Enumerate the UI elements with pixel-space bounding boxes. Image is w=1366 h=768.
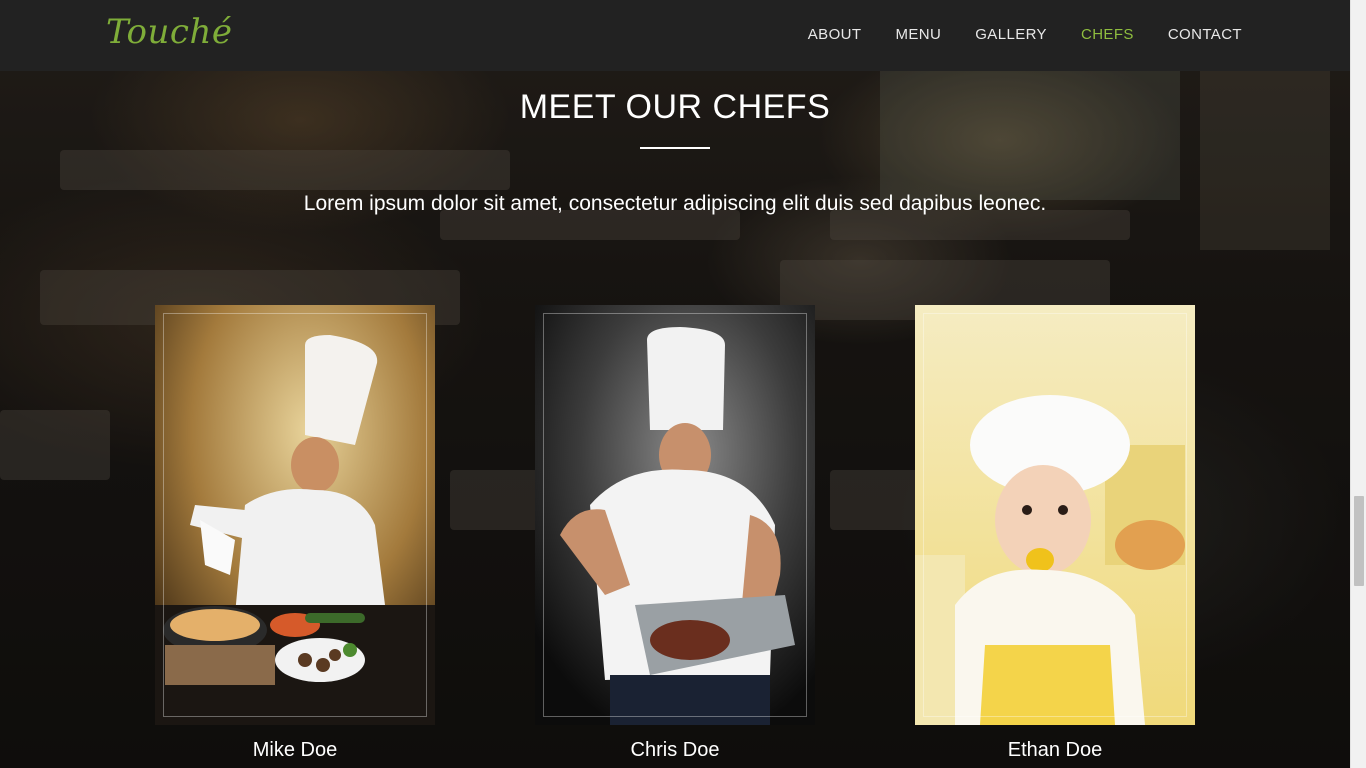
section-title: MEET OUR CHEFS bbox=[519, 88, 831, 126]
page: Touché ABOUT MENU GALLERY CHEFS CONTACT … bbox=[0, 0, 1366, 768]
chef-photo bbox=[155, 305, 435, 725]
logo[interactable]: Touché bbox=[106, 12, 232, 52]
page-scrollbar[interactable] bbox=[1350, 0, 1366, 768]
title-divider bbox=[640, 147, 710, 149]
chef-name: Mike Doe bbox=[252, 739, 338, 761]
chef-with-noodle-dish-image bbox=[155, 305, 435, 725]
nav-contact-link[interactable]: CONTACT bbox=[1168, 26, 1242, 43]
chef-with-roast-pan-image bbox=[535, 305, 815, 725]
section-lead-text: Lorem ipsum dolor sit amet, consectetur … bbox=[303, 192, 1047, 215]
nav-menu-link[interactable]: MENU bbox=[895, 26, 941, 43]
nav-chefs-link[interactable]: CHEFS bbox=[1081, 26, 1134, 43]
chef-photo bbox=[535, 305, 815, 725]
main-nav: ABOUT MENU GALLERY CHEFS CONTACT bbox=[774, 26, 1242, 43]
chef-photo bbox=[915, 305, 1195, 725]
navbar: Touché ABOUT MENU GALLERY CHEFS CONTACT bbox=[0, 0, 1350, 71]
chef-card: Mike Doe bbox=[155, 305, 435, 762]
scrollbar-thumb[interactable] bbox=[1354, 496, 1364, 586]
chef-card: Chris Doe bbox=[535, 305, 815, 762]
nav-gallery-link[interactable]: GALLERY bbox=[975, 26, 1047, 43]
chef-name: Ethan Doe bbox=[1007, 739, 1103, 761]
nav-about-link[interactable]: ABOUT bbox=[808, 26, 862, 43]
child-chef-image bbox=[915, 305, 1195, 725]
chef-card: Ethan Doe bbox=[915, 305, 1195, 762]
chef-name: Chris Doe bbox=[630, 739, 720, 761]
